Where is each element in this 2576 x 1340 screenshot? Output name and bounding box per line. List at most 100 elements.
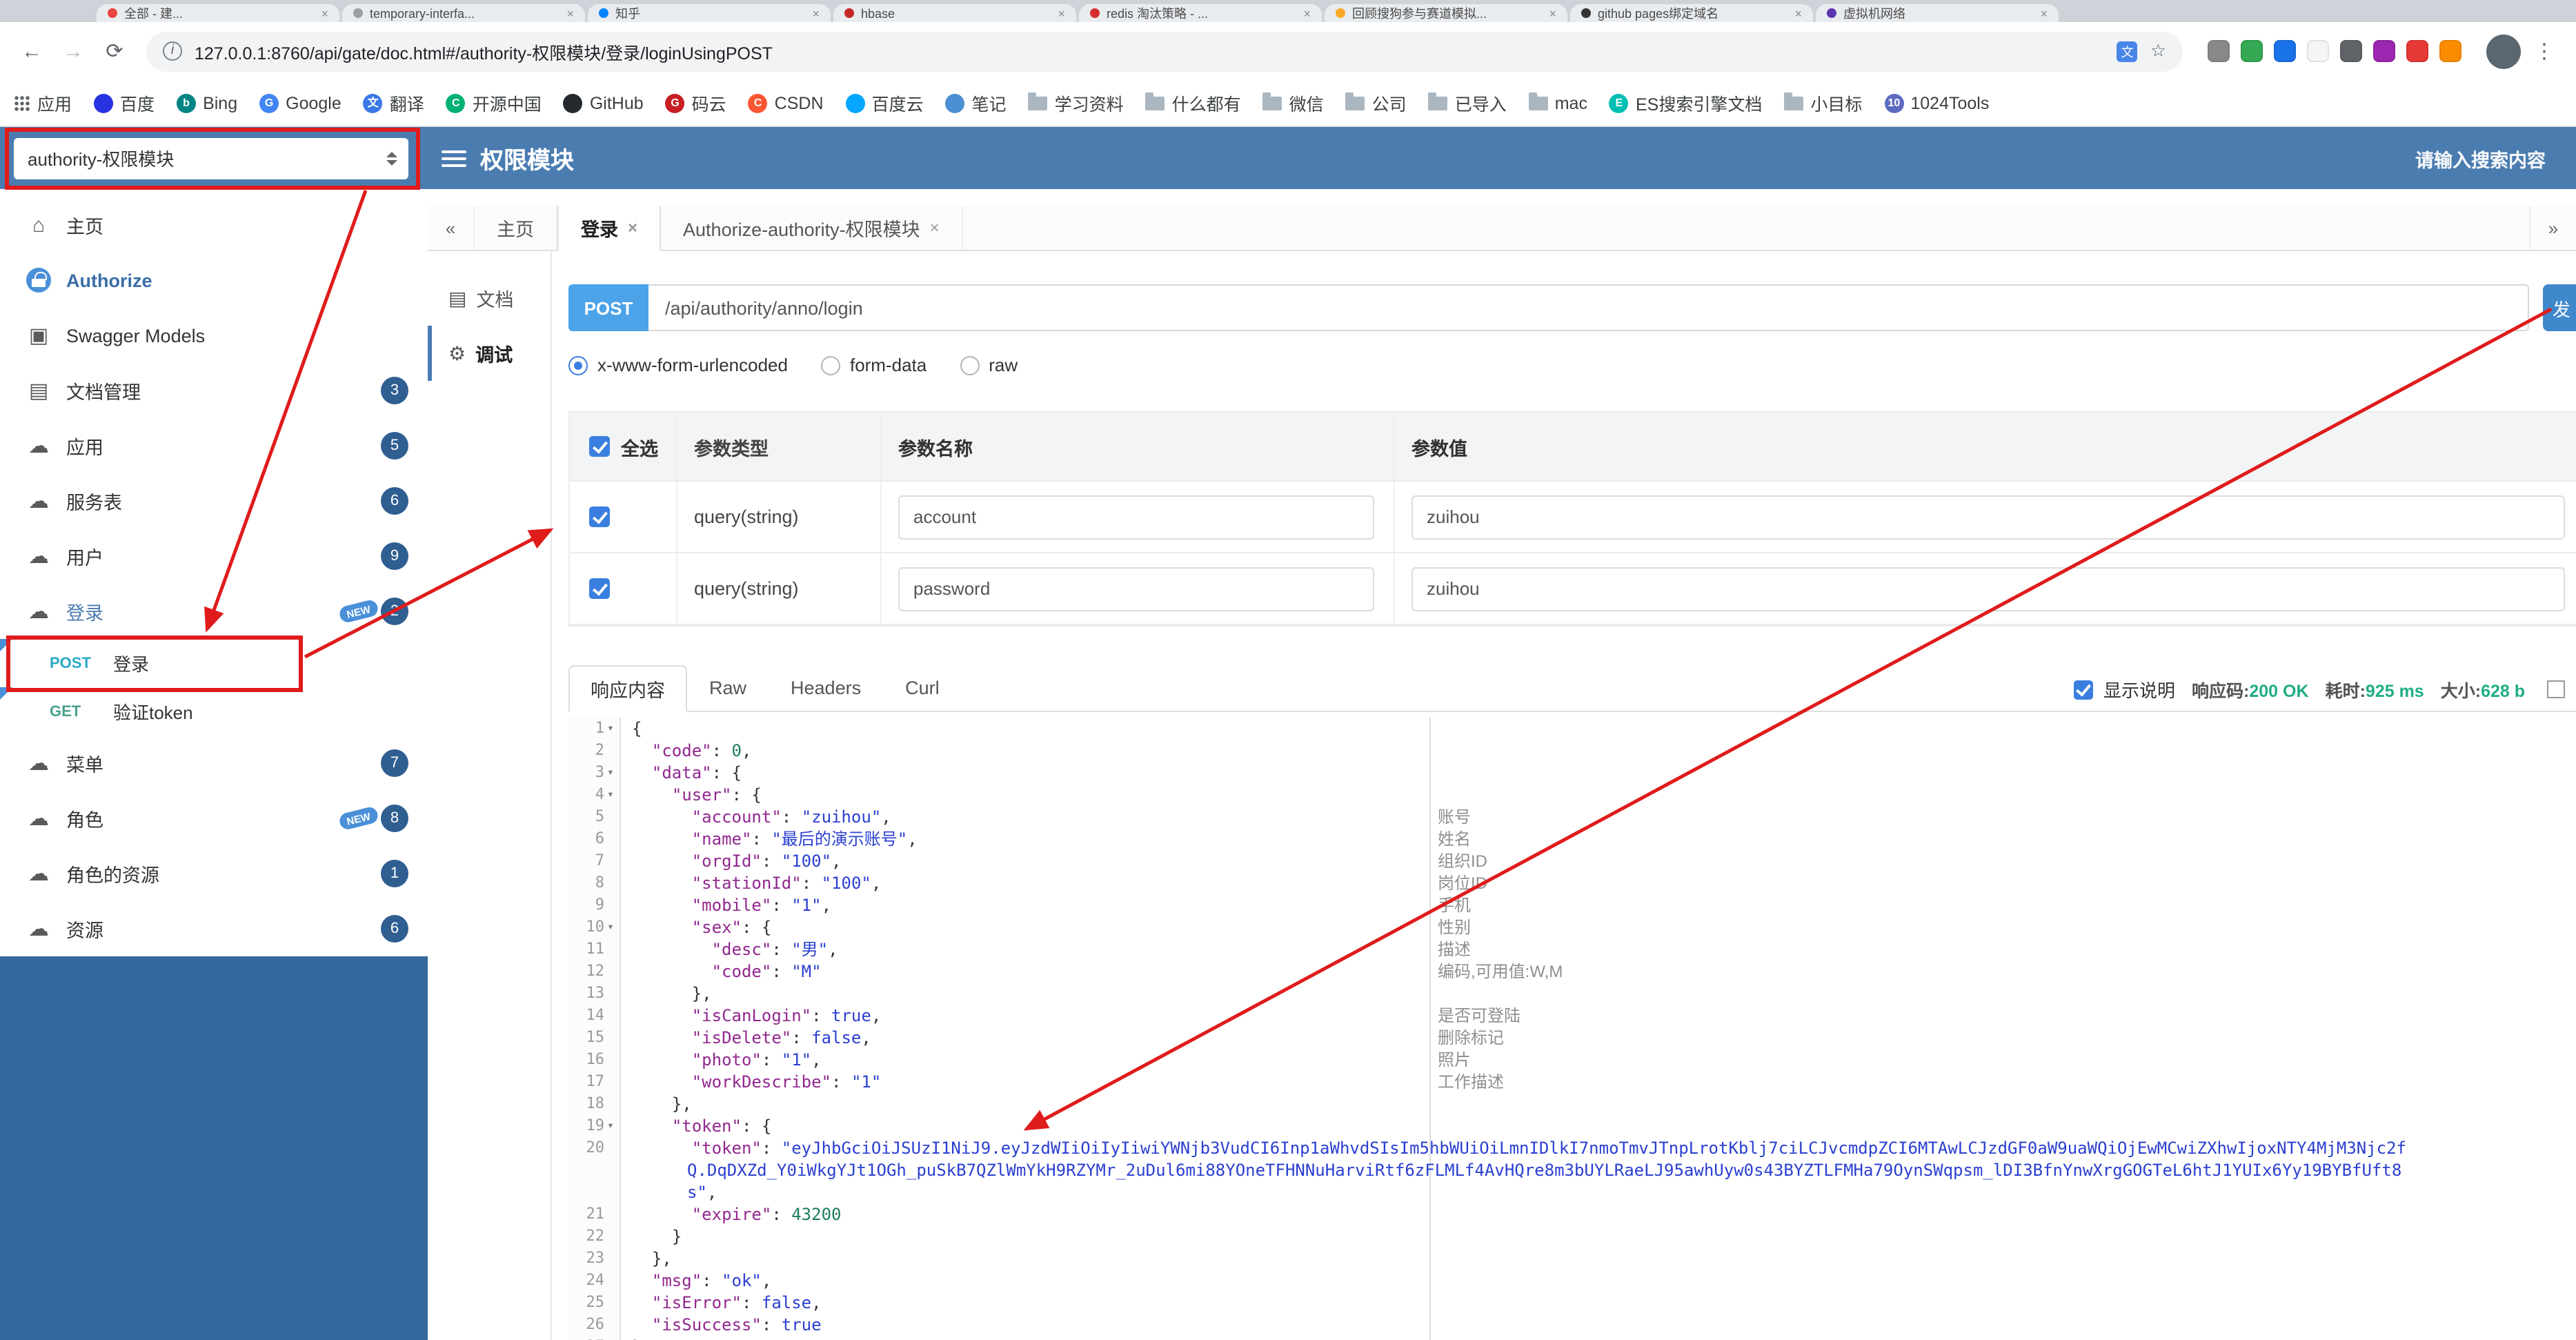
endpoint-url-input[interactable] <box>648 284 2529 331</box>
extension-icon[interactable] <box>2241 40 2263 62</box>
sidebar-item[interactable]: ☁ 角色 NEW 8 <box>0 791 428 846</box>
param-name-input[interactable] <box>898 495 1374 539</box>
extension-icon[interactable] <box>2307 40 2329 62</box>
tab-close-icon[interactable]: × <box>1794 6 1802 20</box>
sidebar-endpoint[interactable]: GET 验证token <box>0 687 428 736</box>
fold-icon[interactable]: ▾ <box>604 762 617 784</box>
extension-icon[interactable] <box>2373 40 2395 62</box>
content-type-radio[interactable]: form-data <box>820 355 927 375</box>
sidebar-item[interactable]: ▣ Swagger Models <box>0 308 428 363</box>
response-tab[interactable]: 响应内容 <box>568 665 687 712</box>
bookmark-item[interactable]: b Bing <box>177 93 237 112</box>
bookmark-item[interactable]: 公司 <box>1345 90 1407 116</box>
sidebar-item[interactable]: ☁ 用户 9 <box>0 529 428 584</box>
sidebar-endpoint[interactable]: POST 登录 <box>0 639 428 687</box>
sidebar-item[interactable]: ☁ 角色的资源 1 <box>0 846 428 901</box>
tab-close-icon[interactable]: × <box>1303 6 1311 20</box>
extension-icon[interactable] <box>2340 40 2362 62</box>
bookmark-item[interactable]: 10 1024Tools <box>1884 93 1989 112</box>
param-name-input[interactable] <box>898 566 1374 611</box>
address-bar[interactable]: i 127.0.0.1:8760/api/gate/doc.html#/auth… <box>146 31 2183 71</box>
select-all-checkbox[interactable] <box>589 436 610 457</box>
bookmark-item[interactable]: 已导入 <box>1428 90 1507 116</box>
row-checkbox[interactable] <box>589 578 610 599</box>
bookmark-item[interactable]: 百度 <box>94 90 155 116</box>
sidebar-item[interactable]: ⌂ 主页 <box>0 197 428 253</box>
show-desc-checkbox[interactable] <box>2073 680 2092 699</box>
bookmark-item[interactable]: 微信 <box>1262 90 1324 116</box>
fold-icon[interactable]: ▾ <box>604 916 617 938</box>
sidebar-item[interactable]: ▤ 文档管理 3 <box>0 363 428 418</box>
browser-tab[interactable]: 全部 - 建... × <box>97 4 339 22</box>
sidebar-item[interactable]: ☁ 服务表 6 <box>0 473 428 529</box>
bookmark-item[interactable]: 百度云 <box>845 90 924 116</box>
bookmark-item[interactable]: 应用 <box>14 90 72 116</box>
extension-icon[interactable] <box>2274 40 2296 62</box>
sidebar-item[interactable]: ☁ 资源 6 <box>0 901 428 956</box>
doc-tab[interactable]: 登录 × <box>557 206 662 251</box>
tab-close-icon[interactable]: × <box>2040 6 2048 20</box>
response-tab[interactable]: Headers <box>769 664 883 711</box>
sidebar-item[interactable]: Authorize <box>0 253 428 308</box>
close-icon[interactable]: × <box>930 218 940 237</box>
browser-tab[interactable]: temporary-interfa... × <box>342 4 585 22</box>
bookmark-item[interactable]: GitHub <box>563 93 644 112</box>
param-value-input[interactable] <box>1411 566 2565 611</box>
doc-tab[interactable]: Authorize-authority-权限模块 × <box>661 206 963 250</box>
bookmark-item[interactable]: C 开源中国 <box>446 90 542 116</box>
fold-icon[interactable]: ▾ <box>604 718 617 740</box>
translate-icon[interactable]: 文 <box>2117 41 2138 61</box>
bookmark-item[interactable]: mac <box>1528 92 1587 112</box>
fullscreen-icon[interactable] <box>2547 680 2565 698</box>
reload-icon[interactable]: ⟳ <box>97 33 132 69</box>
tab-close-icon[interactable]: × <box>566 6 574 20</box>
response-tab[interactable]: Raw <box>687 664 769 711</box>
sidebar-item[interactable]: ☁ 登录 NEW 2 <box>0 584 428 639</box>
back-icon[interactable]: ← <box>14 33 50 69</box>
module-select[interactable]: authority-权限模块 <box>14 137 408 179</box>
browser-tab[interactable]: 回顾搜狗参与赛道模拟... × <box>1325 4 1567 22</box>
send-button[interactable]: 发 <box>2543 284 2576 331</box>
profile-avatar[interactable] <box>2486 34 2521 68</box>
menu-toggle-icon[interactable] <box>442 150 466 166</box>
page-info-icon[interactable]: i <box>163 41 182 61</box>
browser-tab[interactable]: 虚拟机网络 × <box>1816 4 2059 22</box>
content-type-radio[interactable]: raw <box>960 355 1018 375</box>
tab-close-icon[interactable]: × <box>1058 6 1065 20</box>
extension-icon[interactable] <box>2406 40 2428 62</box>
subnav-item-debug[interactable]: ⚙ 调试 <box>428 326 551 381</box>
bookmark-item[interactable]: 学习资料 <box>1028 90 1124 116</box>
bookmark-item[interactable]: 文翻译 <box>363 90 424 116</box>
bookmark-item[interactable]: G Google <box>259 93 341 112</box>
browser-tab[interactable]: 知乎 × <box>588 4 831 22</box>
browser-menu-icon[interactable]: ⋮ <box>2526 33 2562 69</box>
sidebar-item[interactable]: ☁ 应用 5 <box>0 418 428 473</box>
response-tab[interactable]: Curl <box>883 664 962 711</box>
forward-icon[interactable]: → <box>55 33 91 69</box>
tab-close-icon[interactable]: × <box>321 6 328 20</box>
browser-tab[interactable]: hbase × <box>833 4 1076 22</box>
bookmark-item[interactable]: C CSDN <box>748 93 824 112</box>
bookmark-item[interactable]: 笔记 <box>945 90 1007 116</box>
tab-close-icon[interactable]: × <box>1549 6 1556 20</box>
tab-close-icon[interactable]: × <box>812 6 820 20</box>
content-type-radio[interactable]: x-www-form-urlencoded <box>568 355 788 375</box>
extension-icon[interactable] <box>2439 40 2461 62</box>
bookmark-item[interactable]: E ES搜索引擎文档 <box>1609 90 1762 116</box>
browser-tab[interactable]: github pages绑定域名 × <box>1570 4 1813 22</box>
tabs-scroll-left-icon[interactable]: « <box>428 206 475 250</box>
browser-tab[interactable]: redis 淘汰策略 - ... × <box>1079 4 1322 22</box>
close-icon[interactable]: × <box>628 218 637 237</box>
extension-icon[interactable] <box>2208 40 2230 62</box>
header-search-placeholder[interactable]: 请输入搜索内容 <box>2415 144 2546 172</box>
bookmark-item[interactable]: 小目标 <box>1784 90 1862 116</box>
sidebar-item[interactable]: ☁ 菜单 7 <box>0 736 428 791</box>
subnav-item-doc[interactable]: ▤ 文档 <box>428 270 551 326</box>
bookmark-star-icon[interactable]: ☆ <box>2150 40 2166 62</box>
fold-icon[interactable]: ▾ <box>604 1115 617 1137</box>
row-checkbox[interactable] <box>589 506 610 527</box>
bookmark-item[interactable]: G 码云 <box>665 90 726 116</box>
doc-tab[interactable]: 主页 <box>475 206 557 250</box>
tabs-scroll-right-icon[interactable]: » <box>2529 206 2576 250</box>
fold-icon[interactable]: ▾ <box>604 784 617 806</box>
